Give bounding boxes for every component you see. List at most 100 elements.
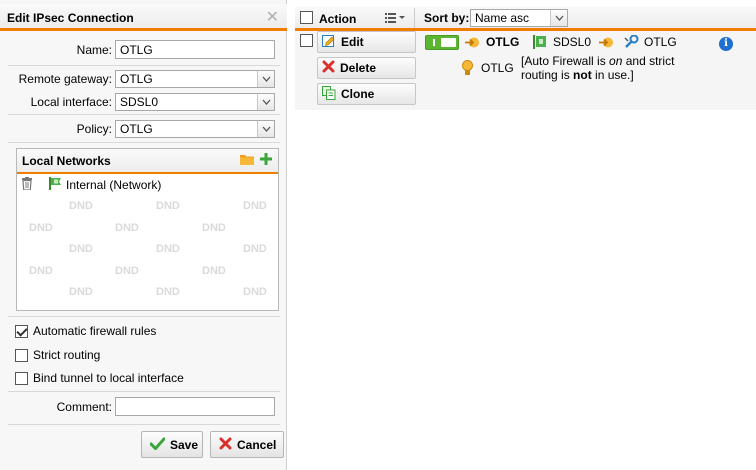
local-interface-value: SDSL0	[120, 95, 159, 109]
note-not: not	[573, 68, 592, 82]
dnd-watermark: DND	[156, 243, 180, 255]
bind-tunnel-row[interactable]: Bind tunnel to local interface	[15, 371, 184, 385]
policy-label: Policy:	[76, 122, 112, 136]
divider	[8, 65, 280, 66]
clone-label: Clone	[341, 87, 375, 101]
clone-icon	[322, 85, 336, 103]
note-text: routing is	[521, 68, 574, 82]
dnd-watermark: DND	[115, 222, 139, 234]
strict-routing-checkbox[interactable]	[15, 348, 28, 362]
edit-label: Edit	[341, 35, 364, 49]
sort-by-label: Sort by:	[424, 11, 470, 25]
auto-firewall-checkbox[interactable]	[15, 324, 28, 338]
edit-ipsec-panel: Edit IPsec Connection ✕ Name: Remote gat…	[0, 0, 287, 470]
delete-label: Delete	[340, 61, 377, 75]
policy-select[interactable]: OTLG	[115, 120, 275, 138]
dnd-watermark: DND	[29, 222, 53, 234]
dnd-watermark: DND	[115, 265, 139, 277]
bind-tunnel-checkbox[interactable]	[15, 371, 28, 385]
folder-icon[interactable]	[240, 153, 254, 168]
auto-firewall-label: Automatic firewall rules	[33, 324, 157, 338]
strict-routing-label: Strict routing	[33, 348, 101, 362]
connection-policy: OTLG	[481, 61, 514, 75]
arrow-in-icon	[599, 36, 614, 52]
local-networks-title: Local Networks	[22, 154, 111, 168]
note-text: in use.]	[591, 68, 634, 82]
panel-title: Edit IPsec Connection	[7, 11, 134, 25]
cancel-button[interactable]: Cancel	[210, 431, 284, 458]
dnd-watermark: DND	[243, 286, 267, 298]
close-icon[interactable]: ✕	[266, 7, 279, 27]
row-checkbox[interactable]	[300, 34, 313, 47]
dnd-watermark: DND	[243, 200, 267, 212]
note-text: and strict	[622, 54, 675, 68]
local-interface-label: Local interface:	[30, 95, 112, 109]
chevron-down-icon	[550, 10, 567, 26]
local-networks-header: Local Networks	[17, 149, 278, 174]
connection-interface: SDSL0	[553, 35, 592, 49]
trash-icon[interactable]	[21, 177, 33, 193]
action-header: Action	[319, 12, 357, 26]
policy-icon	[461, 60, 474, 78]
policy-value: OTLG	[120, 122, 153, 136]
connection-name: OTLG	[486, 35, 520, 49]
dnd-watermark: DND	[243, 243, 267, 255]
chevron-down-icon	[257, 71, 274, 87]
chevron-down-icon	[257, 94, 274, 110]
cancel-label: Cancel	[237, 437, 277, 452]
divider	[8, 114, 280, 115]
dnd-watermark: DND	[156, 200, 180, 212]
note-on: on	[609, 54, 623, 68]
chevron-down-icon	[257, 121, 274, 137]
connection-remote: OTLG	[644, 35, 677, 49]
dnd-watermark: DND	[29, 265, 53, 277]
interface-icon	[533, 35, 547, 52]
delete-x-icon	[322, 60, 335, 76]
sort-by-select[interactable]: Name asc	[470, 9, 568, 27]
dnd-watermark: DND	[202, 265, 226, 277]
name-label: Name:	[76, 43, 112, 57]
dnd-watermark: DND	[69, 200, 93, 212]
remote-gateway-select[interactable]: OTLG	[115, 70, 275, 88]
edit-button[interactable]: Edit	[317, 31, 416, 53]
dnd-watermark: DND	[69, 243, 93, 255]
divider	[8, 391, 280, 392]
delete-button[interactable]: Delete	[317, 57, 416, 79]
arrow-in-icon	[465, 36, 480, 52]
name-field[interactable]	[115, 40, 275, 59]
network-flag-icon	[49, 177, 62, 193]
info-icon[interactable]: i	[719, 37, 733, 51]
remote-gateway-value: OTLG	[120, 72, 153, 86]
sort-by-value: Name asc	[475, 11, 530, 25]
local-network-label: Internal (Network)	[66, 178, 162, 192]
save-button[interactable]: Save	[141, 431, 203, 458]
divider	[8, 142, 280, 143]
local-interface-select[interactable]: SDSL0	[115, 93, 275, 111]
auto-firewall-row[interactable]: Automatic firewall rules	[15, 324, 156, 338]
divider	[414, 8, 415, 28]
divider	[8, 316, 280, 317]
connection-note: [Auto Firewall is on and strict routing …	[521, 54, 674, 82]
dnd-watermark: DND	[202, 222, 226, 234]
local-networks-box: Local Networks Internal (Network) DND DN…	[16, 148, 279, 311]
comment-field[interactable]	[115, 397, 275, 416]
plus-icon[interactable]	[260, 153, 272, 168]
gateway-icon	[624, 34, 639, 52]
dnd-watermark: DND	[156, 286, 180, 298]
save-check-icon	[149, 437, 166, 453]
edit-icon	[322, 34, 336, 51]
panel-header: Edit IPsec Connection ✕	[0, 4, 287, 31]
list-header: Action Sort by: Name asc	[295, 6, 756, 31]
strict-routing-row[interactable]: Strict routing	[15, 348, 100, 362]
bind-tunnel-label: Bind tunnel to local interface	[33, 371, 184, 385]
select-all-checkbox[interactable]	[300, 11, 313, 24]
comment-label: Comment:	[56, 400, 112, 414]
local-network-item[interactable]: Internal (Network)	[21, 177, 161, 193]
clone-button[interactable]: Clone	[317, 83, 416, 105]
list-menu-icon[interactable]	[385, 12, 407, 26]
cancel-x-icon	[219, 437, 232, 453]
remote-gateway-label: Remote gateway:	[18, 72, 112, 86]
toggle-icon[interactable]	[425, 35, 459, 50]
note-text: [Auto Firewall is	[521, 54, 610, 68]
dnd-watermark: DND	[69, 286, 93, 298]
